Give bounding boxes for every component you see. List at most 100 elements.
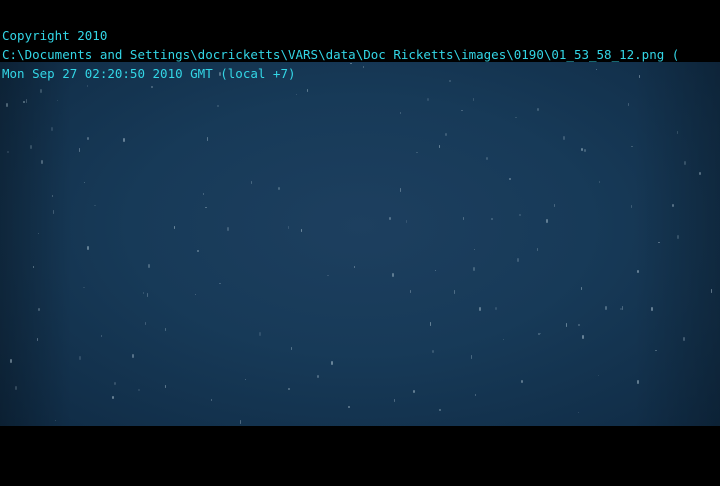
particle: [40, 89, 42, 93]
particle: [52, 195, 53, 197]
particle: [475, 394, 476, 396]
particle: [599, 181, 600, 183]
particle: [259, 332, 261, 336]
particle: [240, 420, 241, 424]
particle: [389, 217, 391, 220]
copyright-text: Copyright 2010: [2, 28, 108, 43]
particle: [327, 275, 329, 276]
particle: [301, 229, 302, 232]
particle: [479, 307, 481, 311]
particle: [94, 205, 96, 206]
particle: [683, 337, 685, 341]
particle: [26, 99, 27, 103]
particle: [400, 112, 401, 114]
particle: [406, 220, 407, 223]
particle: [519, 214, 521, 216]
particle: [584, 149, 586, 152]
particle: [211, 399, 212, 401]
particle: [546, 219, 548, 223]
particle: [503, 339, 504, 340]
particle: [7, 151, 9, 153]
particle: [203, 193, 204, 195]
image-frame: Copyright 2010 C:\Documents and Settings…: [0, 0, 720, 486]
file-path-text: C:\Documents and Settings\docricketts\VA…: [2, 47, 680, 62]
particle: [145, 322, 146, 325]
particle: [521, 380, 523, 383]
particle: [672, 204, 674, 207]
particle: [138, 389, 140, 391]
particle: [217, 105, 219, 107]
particle: [605, 306, 607, 310]
particle: [219, 283, 221, 284]
particle: [581, 148, 583, 151]
particle: [348, 406, 350, 408]
edge-vignette: [0, 62, 720, 426]
particle: [87, 85, 88, 87]
particle: [628, 103, 629, 106]
particle: [554, 204, 555, 207]
particle: [631, 205, 632, 208]
particle: [677, 235, 679, 239]
particle: [622, 306, 623, 310]
particle: [582, 335, 584, 339]
particle: [251, 181, 252, 184]
particle: [473, 267, 475, 271]
particle: [278, 187, 280, 190]
particle: [10, 359, 12, 363]
particle: [195, 294, 196, 295]
particle: [445, 133, 447, 136]
particle: [205, 207, 207, 208]
particle: [639, 75, 640, 78]
particle: [461, 110, 463, 111]
particle: [427, 98, 429, 101]
particle: [394, 399, 395, 402]
timestamp-text: Mon Sep 27 02:20:50 2010 GMT (local +7): [2, 66, 296, 81]
particle: [495, 307, 497, 310]
particle: [711, 289, 712, 293]
particle: [637, 380, 639, 384]
particle: [637, 270, 639, 273]
particle: [432, 350, 434, 353]
particle: [620, 308, 622, 310]
particle: [296, 94, 297, 95]
particle: [84, 182, 85, 183]
particle: [658, 242, 660, 243]
particle: [288, 388, 290, 390]
particle: [6, 103, 8, 107]
particle: [317, 375, 319, 378]
particle: [473, 98, 474, 101]
particle: [83, 287, 85, 288]
particle: [699, 172, 701, 175]
particle: [486, 157, 488, 160]
particle: [197, 250, 199, 252]
particle: [581, 287, 582, 290]
particle: [288, 226, 289, 229]
particle: [631, 146, 633, 147]
particle: [307, 89, 308, 92]
particle: [148, 264, 150, 268]
particle: [165, 328, 166, 331]
particle: [540, 333, 541, 334]
particle: [439, 145, 440, 148]
particle: [132, 354, 134, 358]
particle: [331, 361, 333, 365]
particle: [363, 66, 364, 68]
particle: [114, 382, 116, 385]
particle: [566, 323, 567, 327]
particle: [471, 355, 472, 359]
particle: [51, 127, 53, 131]
underwater-video-frame: [0, 62, 720, 426]
particle: [79, 148, 80, 152]
particle: [33, 266, 34, 268]
particle: [291, 347, 292, 350]
particle: [474, 249, 475, 250]
particle: [430, 322, 431, 326]
particle: [410, 290, 411, 293]
particle: [598, 375, 599, 376]
particle: [655, 350, 657, 351]
particle: [563, 136, 565, 140]
particle: [101, 335, 102, 337]
particle: [147, 293, 148, 297]
particle: [651, 307, 653, 311]
particle: [245, 379, 246, 380]
